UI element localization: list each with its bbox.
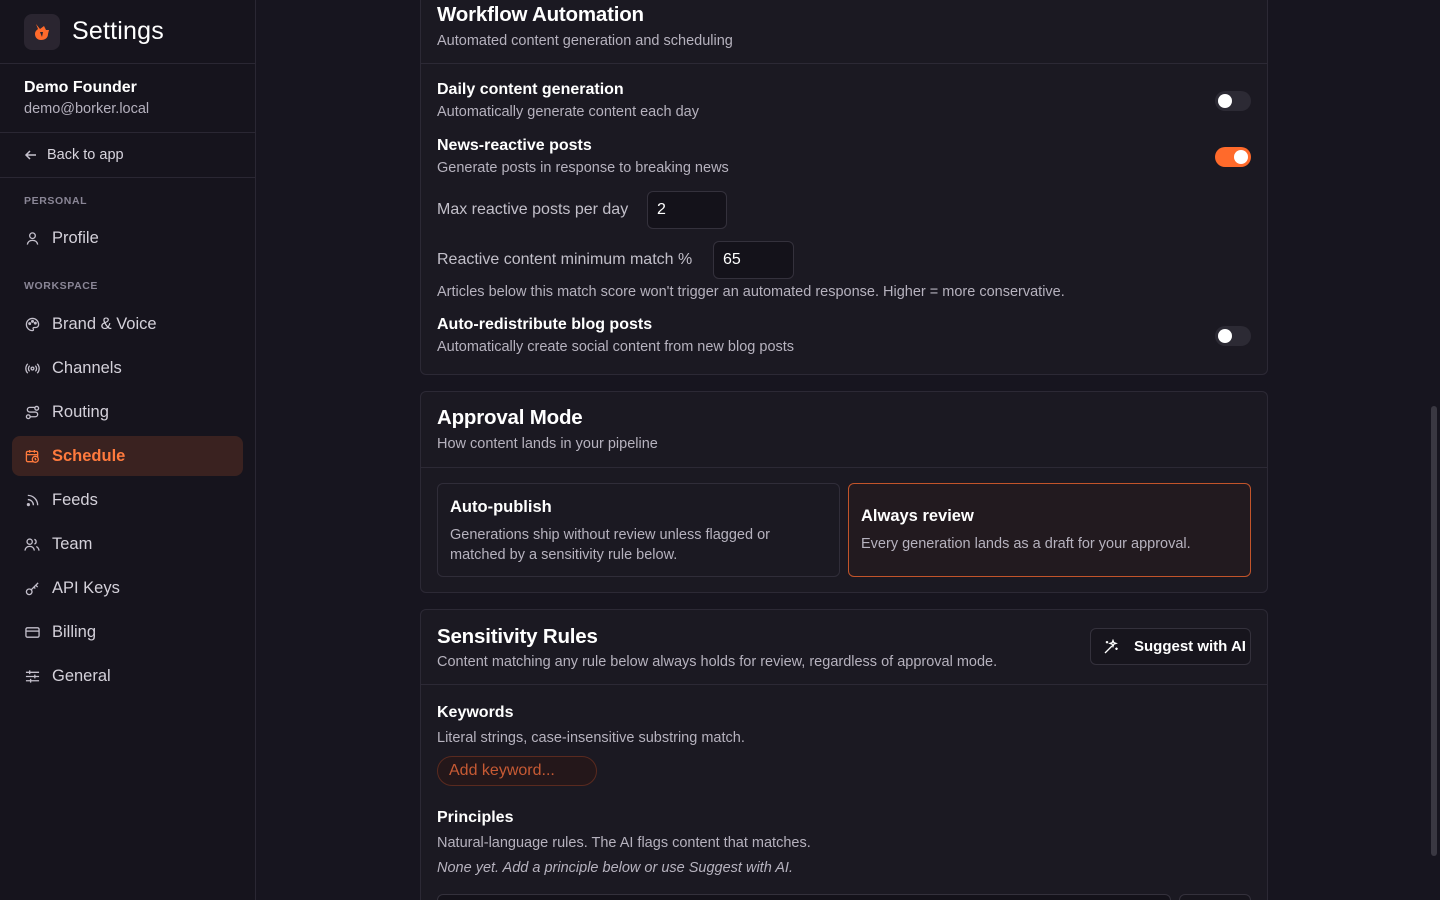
section-label-workspace: WORKSPACE <box>24 280 99 292</box>
add-principle-button[interactable] <box>1179 894 1251 900</box>
max-reactive-label: Max reactive posts per day <box>437 201 629 218</box>
sidebar-item-channels[interactable]: Channels <box>12 348 243 388</box>
max-reactive-input[interactable] <box>647 191 727 229</box>
user-info: Demo Founder demo@borker.local <box>0 64 255 133</box>
workflow-subtitle: Automated content generation and schedul… <box>437 33 733 49</box>
sidebar-item-general[interactable]: General <box>12 656 243 696</box>
principles-title: Principles <box>437 809 514 826</box>
min-match-input[interactable] <box>713 241 794 279</box>
principles-empty-note: None yet. Add a principle below or use S… <box>437 860 793 876</box>
toggle-knob <box>1234 150 1248 164</box>
sensitivity-rules-card: Sensitivity Rules Content matching any r… <box>420 609 1268 900</box>
sidebar-item-brand-voice[interactable]: Brand & Voice <box>12 304 243 344</box>
daily-generation-row: Daily content generation Automatically g… <box>437 81 699 120</box>
team-icon <box>24 536 40 552</box>
sidebar-item-label: API Keys <box>52 578 120 597</box>
app-title: Settings <box>72 17 164 45</box>
sidebar-item-label: Profile <box>52 228 99 247</box>
sidebar-item-label: General <box>52 666 111 685</box>
keywords-title: Keywords <box>437 704 514 721</box>
scrollbar-thumb[interactable] <box>1431 406 1437 856</box>
auto-publish-desc: Generations ship without review unless f… <box>450 527 770 563</box>
daily-generation-toggle[interactable] <box>1215 91 1251 111</box>
back-to-app-label: Back to app <box>47 147 124 163</box>
sidebar-item-feeds[interactable]: Feeds <box>12 480 243 520</box>
news-reactive-desc: Generate posts in response to breaking n… <box>437 160 729 176</box>
credit-card-icon <box>24 624 40 640</box>
sidebar-item-api-keys[interactable]: API Keys <box>12 568 243 608</box>
scrollbar[interactable] <box>1428 0 1440 900</box>
sidebar-item-profile[interactable]: Profile <box>12 218 243 258</box>
daily-generation-desc: Automatically generate content each day <box>437 104 699 120</box>
sidebar-item-routing[interactable]: Routing <box>12 392 243 432</box>
approval-title: Approval Mode <box>437 406 583 429</box>
sparkles-icon <box>1103 638 1119 655</box>
sidebar-item-label: Brand & Voice <box>52 314 157 333</box>
suggest-with-ai-label: Suggest with AI <box>1134 638 1246 655</box>
news-reactive-row: News-reactive posts Generate posts in re… <box>437 137 729 176</box>
redistribute-row: Auto-redistribute blog posts Automatical… <box>437 316 794 355</box>
sidebar-item-label: Schedule <box>52 446 126 465</box>
suggest-with-ai-button[interactable]: Suggest with AI <box>1090 628 1251 665</box>
always-review-option[interactable]: Always review Every generation lands as … <box>848 483 1251 577</box>
match-help-text: Articles below this match score won't tr… <box>437 284 1065 300</box>
news-reactive-toggle[interactable] <box>1215 147 1251 167</box>
news-reactive-title: News-reactive posts <box>437 137 592 154</box>
palette-icon <box>24 316 40 332</box>
sidebar: Settings Demo Founder demo@borker.local … <box>0 0 256 900</box>
user-icon <box>24 230 40 246</box>
calendar-clock-icon <box>24 448 40 464</box>
keywords-desc: Literal strings, case-insensitive substr… <box>437 730 745 746</box>
sidebar-item-schedule[interactable]: Schedule <box>12 436 243 476</box>
route-icon <box>24 404 40 420</box>
arrow-left-icon <box>24 148 38 162</box>
broadcast-icon <box>24 360 40 376</box>
sidebar-item-label: Channels <box>52 358 122 377</box>
always-review-desc: Every generation lands as a draft for yo… <box>861 536 1191 552</box>
approval-subtitle: How content lands in your pipeline <box>437 436 658 452</box>
sliders-icon <box>24 668 40 684</box>
redistribute-desc: Automatically create social content from… <box>437 339 795 355</box>
approval-card-header: Approval Mode How content lands in your … <box>421 392 1267 468</box>
sidebar-item-label: Billing <box>52 622 97 641</box>
workflow-title: Workflow Automation <box>437 3 644 26</box>
key-icon <box>24 580 40 596</box>
section-label-personal: PERSONAL <box>24 195 88 207</box>
always-review-title: Always review <box>861 507 974 525</box>
rss-icon <box>24 492 40 508</box>
sidebar-item-label: Team <box>52 534 93 553</box>
sidebar-item-billing[interactable]: Billing <box>12 612 243 652</box>
sidebar-item-label: Routing <box>52 402 109 421</box>
min-match-label: Reactive content minimum match % <box>437 251 693 268</box>
keywords-section: Keywords Literal strings, case-insensiti… <box>437 704 745 746</box>
principles-desc: Natural-language rules. The AI flags con… <box>437 835 811 851</box>
back-to-app-link[interactable]: Back to app <box>0 133 255 178</box>
redistribute-title: Auto-redistribute blog posts <box>437 316 653 333</box>
user-name: Demo Founder <box>24 79 137 96</box>
approval-mode-card: Approval Mode How content lands in your … <box>420 391 1268 593</box>
brand-header: Settings <box>0 0 255 64</box>
user-email: demo@borker.local <box>24 101 150 117</box>
sidebar-item-team[interactable]: Team <box>12 524 243 564</box>
logo-icon <box>24 13 60 50</box>
daily-generation-title: Daily content generation <box>437 81 624 98</box>
add-keyword-input[interactable] <box>437 756 597 786</box>
principles-section: Principles Natural-language rules. The A… <box>437 809 811 876</box>
sidebar-item-label: Feeds <box>52 490 98 509</box>
add-principle-input[interactable] <box>437 894 1171 900</box>
toggle-knob <box>1218 94 1232 108</box>
workflow-automation-card: Workflow Automation Automated content ge… <box>420 0 1268 375</box>
redistribute-toggle[interactable] <box>1215 326 1251 346</box>
toggle-knob <box>1218 329 1232 343</box>
main-content: Workflow Automation Automated content ge… <box>256 0 1440 900</box>
auto-publish-title: Auto-publish <box>450 498 552 516</box>
auto-publish-option[interactable]: Auto-publish Generations ship without re… <box>437 483 840 577</box>
workflow-card-header: Workflow Automation Automated content ge… <box>421 0 1267 64</box>
